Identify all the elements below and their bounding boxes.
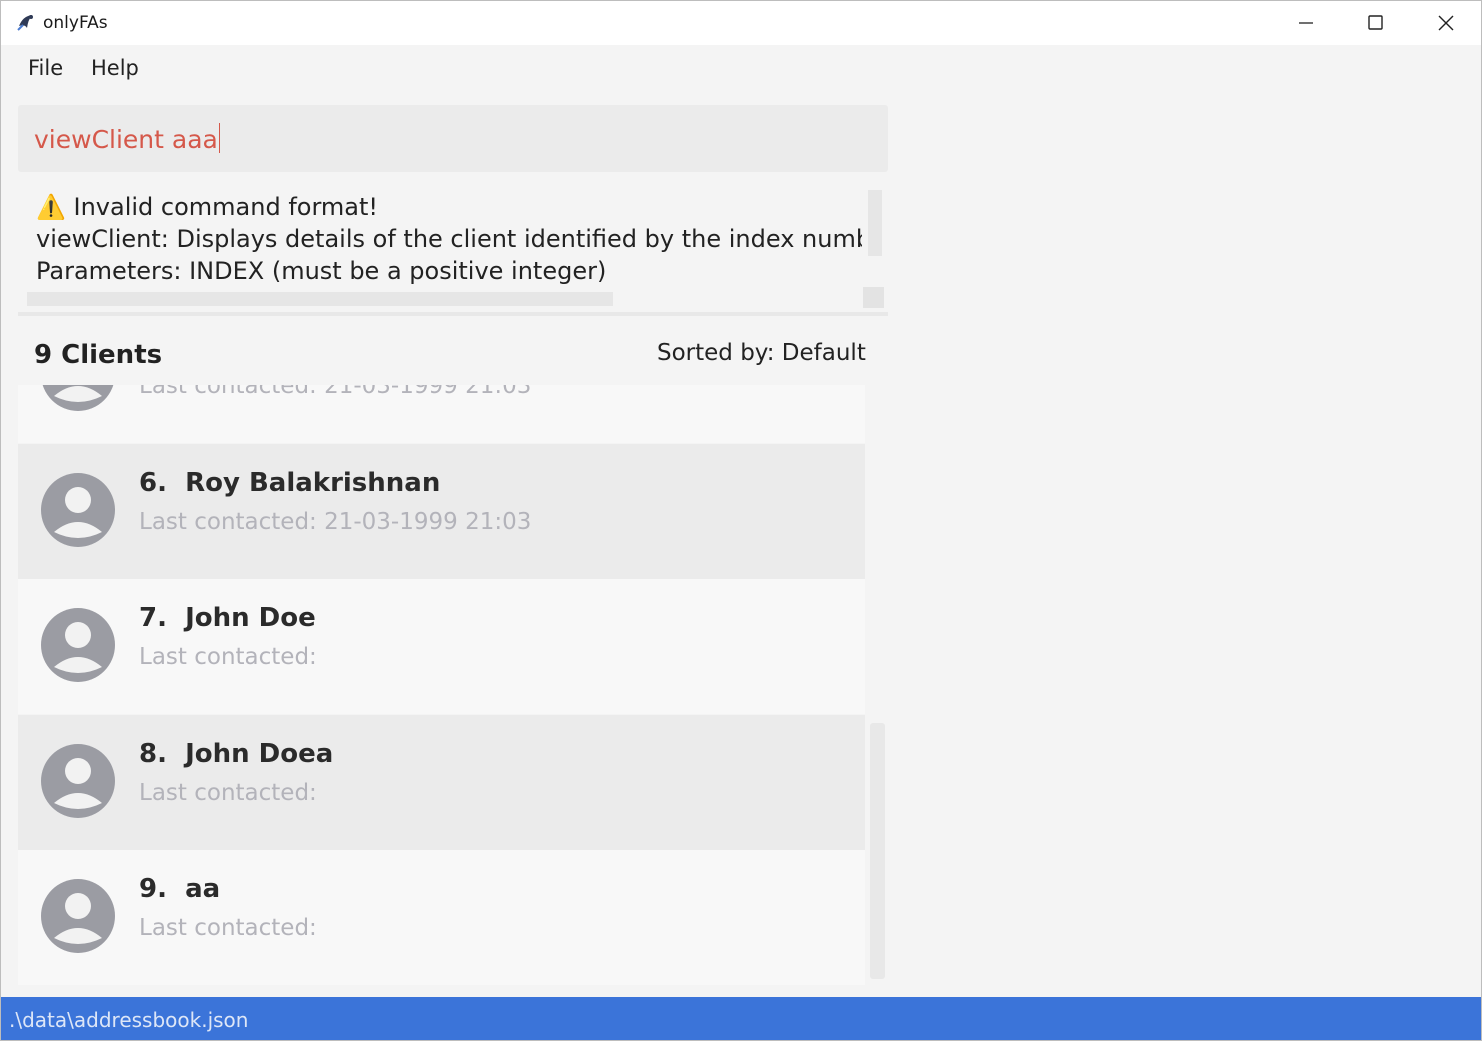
avatar-icon: [41, 473, 115, 547]
command-value: viewClient aaa: [34, 125, 218, 154]
maximize-icon: [1368, 15, 1383, 30]
client-list[interactable]: Last contacted: 21-03-1999 21:03 6. Roy …: [18, 385, 865, 985]
close-button[interactable]: [1411, 1, 1481, 45]
scrollbar-corner: [863, 287, 884, 308]
minimize-button[interactable]: [1271, 1, 1341, 45]
avatar-icon: [41, 879, 115, 953]
minimize-icon: [1299, 22, 1313, 24]
list-item[interactable]: Last contacted: 21-03-1999 21:03: [18, 385, 865, 443]
client-count: 9 Clients: [34, 340, 163, 370]
result-horizontal-scrollbar[interactable]: [27, 292, 613, 306]
app-logo-icon: [17, 15, 33, 31]
result-vertical-scrollbar[interactable]: [868, 190, 882, 256]
menu-bar: File Help: [1, 45, 1481, 91]
avatar-icon: [42, 385, 114, 411]
list-item[interactable]: 9. aa Last contacted:: [18, 850, 865, 985]
text-caret: [218, 123, 220, 153]
list-item[interactable]: 6. Roy Balakrishnan Last contacted: 21-0…: [18, 444, 865, 579]
client-last-contacted: Last contacted:: [139, 915, 317, 941]
avatar-icon: [41, 608, 115, 682]
status-bar: .\data\addressbook.json: [1, 997, 1481, 1040]
client-name: 9. aa: [139, 874, 221, 904]
sort-label: Sorted by: Default: [657, 340, 866, 366]
client-last-contacted: Last contacted:: [139, 644, 317, 670]
client-last-contacted: Last contacted: 21-03-1999 21:03: [139, 385, 532, 399]
command-input[interactable]: viewClient aaa: [18, 105, 888, 172]
divider: [18, 312, 888, 316]
list-item[interactable]: 8. John Doea Last contacted:: [18, 715, 865, 850]
close-icon: [1438, 15, 1454, 31]
command-text[interactable]: viewClient aaa: [34, 123, 220, 154]
list-item[interactable]: 7. John Doe Last contacted:: [18, 579, 865, 714]
result-message: ⚠️ Invalid command format! viewClient: D…: [36, 193, 862, 285]
client-last-contacted: Last contacted: 21-03-1999 21:03: [139, 509, 532, 535]
client-list-scrollbar[interactable]: [870, 723, 885, 979]
save-location: .\data\addressbook.json: [9, 1008, 249, 1032]
avatar-icon: [41, 744, 115, 818]
menu-file[interactable]: File: [28, 56, 63, 80]
result-display: ⚠️ Invalid command format! viewClient: D…: [18, 181, 884, 311]
menu-help[interactable]: Help: [91, 56, 139, 80]
title-bar: onlyFAs: [1, 1, 1481, 45]
app-window: onlyFAs File Help viewClient aaa ⚠️ Inva…: [0, 0, 1482, 1041]
client-name: 8. John Doea: [139, 739, 334, 769]
client-last-contacted: Last contacted:: [139, 780, 317, 806]
client-name: 6. Roy Balakrishnan: [139, 468, 441, 498]
window-title: onlyFAs: [43, 13, 108, 33]
maximize-button[interactable]: [1341, 1, 1411, 45]
client-name: 7. John Doe: [139, 603, 316, 633]
